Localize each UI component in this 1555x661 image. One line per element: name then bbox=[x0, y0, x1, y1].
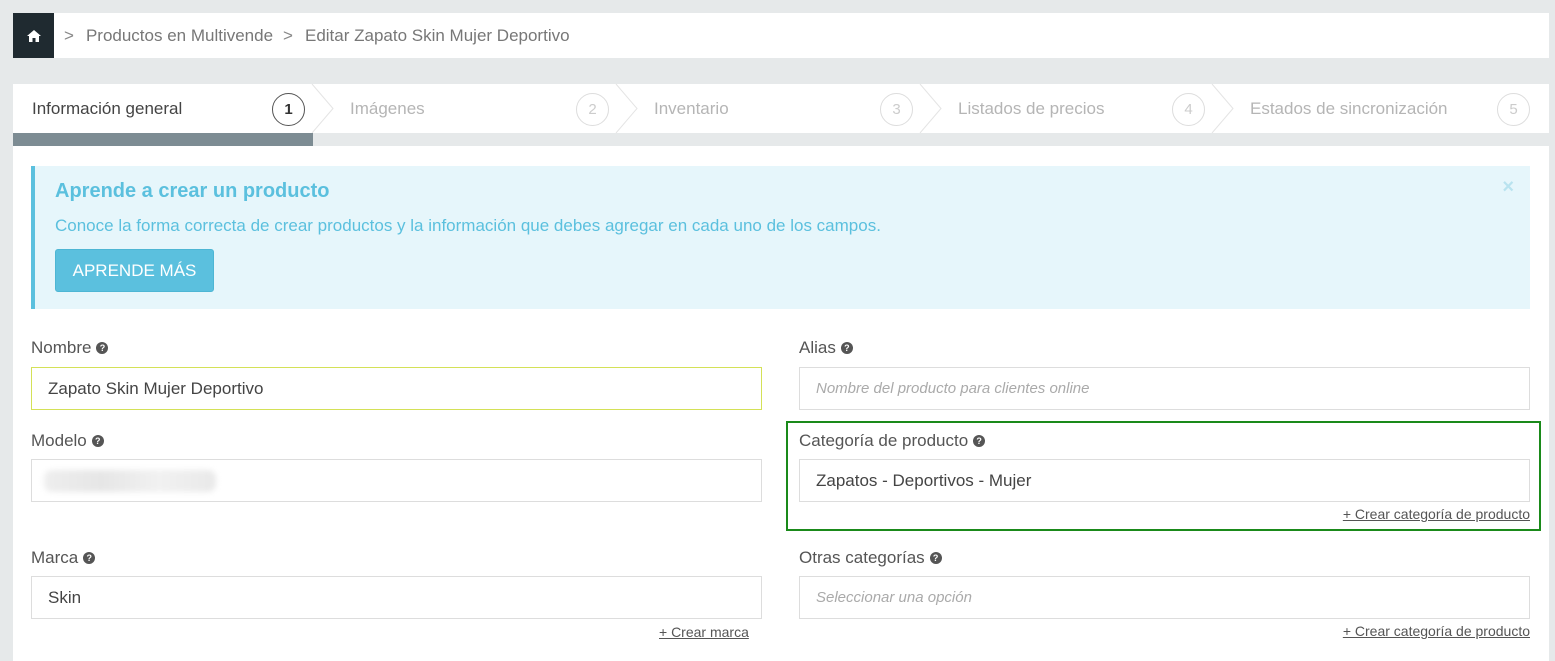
step-number: 4 bbox=[1172, 93, 1205, 126]
breadcrumb-products-link[interactable]: Productos en Multivende bbox=[86, 26, 273, 46]
step-informacion-general[interactable]: Información general 1 bbox=[13, 84, 318, 133]
help-icon[interactable]: ? bbox=[973, 435, 986, 447]
wizard-progress-bar bbox=[13, 133, 1549, 146]
step-estados-sincronizacion[interactable]: Estados de sincronización 5 bbox=[1223, 84, 1549, 133]
help-icon[interactable]: ? bbox=[96, 342, 109, 354]
help-icon[interactable]: ? bbox=[929, 552, 942, 564]
step-imagenes[interactable]: Imágenes 2 bbox=[323, 84, 623, 133]
help-icon[interactable]: ? bbox=[83, 552, 96, 564]
step-number: 3 bbox=[880, 93, 913, 126]
create-category-link[interactable]: + Crear categoría de producto bbox=[1343, 623, 1530, 639]
home-icon bbox=[26, 29, 41, 42]
home-button[interactable] bbox=[13, 13, 54, 58]
create-brand-link[interactable]: + Crear marca bbox=[659, 624, 749, 640]
product-form-panel: Aprende a crear un producto Conoce la fo… bbox=[13, 146, 1549, 661]
nombre-input[interactable]: Zapato Skin Mujer Deportivo bbox=[31, 367, 762, 410]
marca-select[interactable]: Skin bbox=[31, 576, 762, 619]
step-number: 5 bbox=[1497, 93, 1530, 126]
wizard-steps: Información general 1 Imágenes 2 Inventa… bbox=[13, 84, 1549, 133]
breadcrumb: > Productos en Multivende > Editar Zapat… bbox=[13, 13, 1549, 58]
help-icon[interactable]: ? bbox=[91, 435, 104, 447]
info-alert: Aprende a crear un producto Conoce la fo… bbox=[31, 166, 1530, 309]
marca-label: Marca ? bbox=[31, 548, 96, 568]
categoria-select[interactable]: Zapatos - Deportivos - Mujer bbox=[799, 459, 1530, 502]
learn-more-button[interactable]: APRENDE MÁS bbox=[55, 249, 214, 292]
alias-input[interactable]: Nombre del producto para clientes online bbox=[799, 367, 1530, 410]
step-number: 1 bbox=[272, 93, 305, 126]
redacted-value bbox=[44, 469, 216, 492]
breadcrumb-current: Editar Zapato Skin Mujer Deportivo bbox=[304, 25, 570, 45]
categoria-label: Categoría de producto ? bbox=[799, 431, 986, 451]
step-listados-precios[interactable]: Listados de precios 4 bbox=[931, 84, 1223, 133]
wizard-progress-fill bbox=[13, 133, 313, 146]
step-number: 2 bbox=[576, 93, 609, 126]
alias-label: Alias ? bbox=[799, 338, 853, 358]
create-category-link[interactable]: + Crear categoría de producto bbox=[1343, 506, 1530, 522]
alert-title: Aprende a crear un producto bbox=[55, 180, 330, 202]
breadcrumb-separator: > bbox=[64, 25, 74, 45]
otras-categorias-label: Otras categorías ? bbox=[799, 548, 942, 568]
alert-text: Conoce la forma correcta de crear produc… bbox=[55, 216, 881, 235]
modelo-label: Modelo ? bbox=[31, 431, 104, 451]
close-icon[interactable]: × bbox=[1502, 176, 1514, 199]
modelo-input[interactable] bbox=[31, 459, 762, 502]
breadcrumb-separator: > bbox=[283, 25, 293, 45]
nombre-label: Nombre ? bbox=[31, 338, 109, 358]
help-icon[interactable]: ? bbox=[840, 342, 853, 354]
step-inventario[interactable]: Inventario 3 bbox=[627, 84, 927, 133]
otras-categorias-select[interactable]: Seleccionar una opción bbox=[799, 576, 1530, 619]
